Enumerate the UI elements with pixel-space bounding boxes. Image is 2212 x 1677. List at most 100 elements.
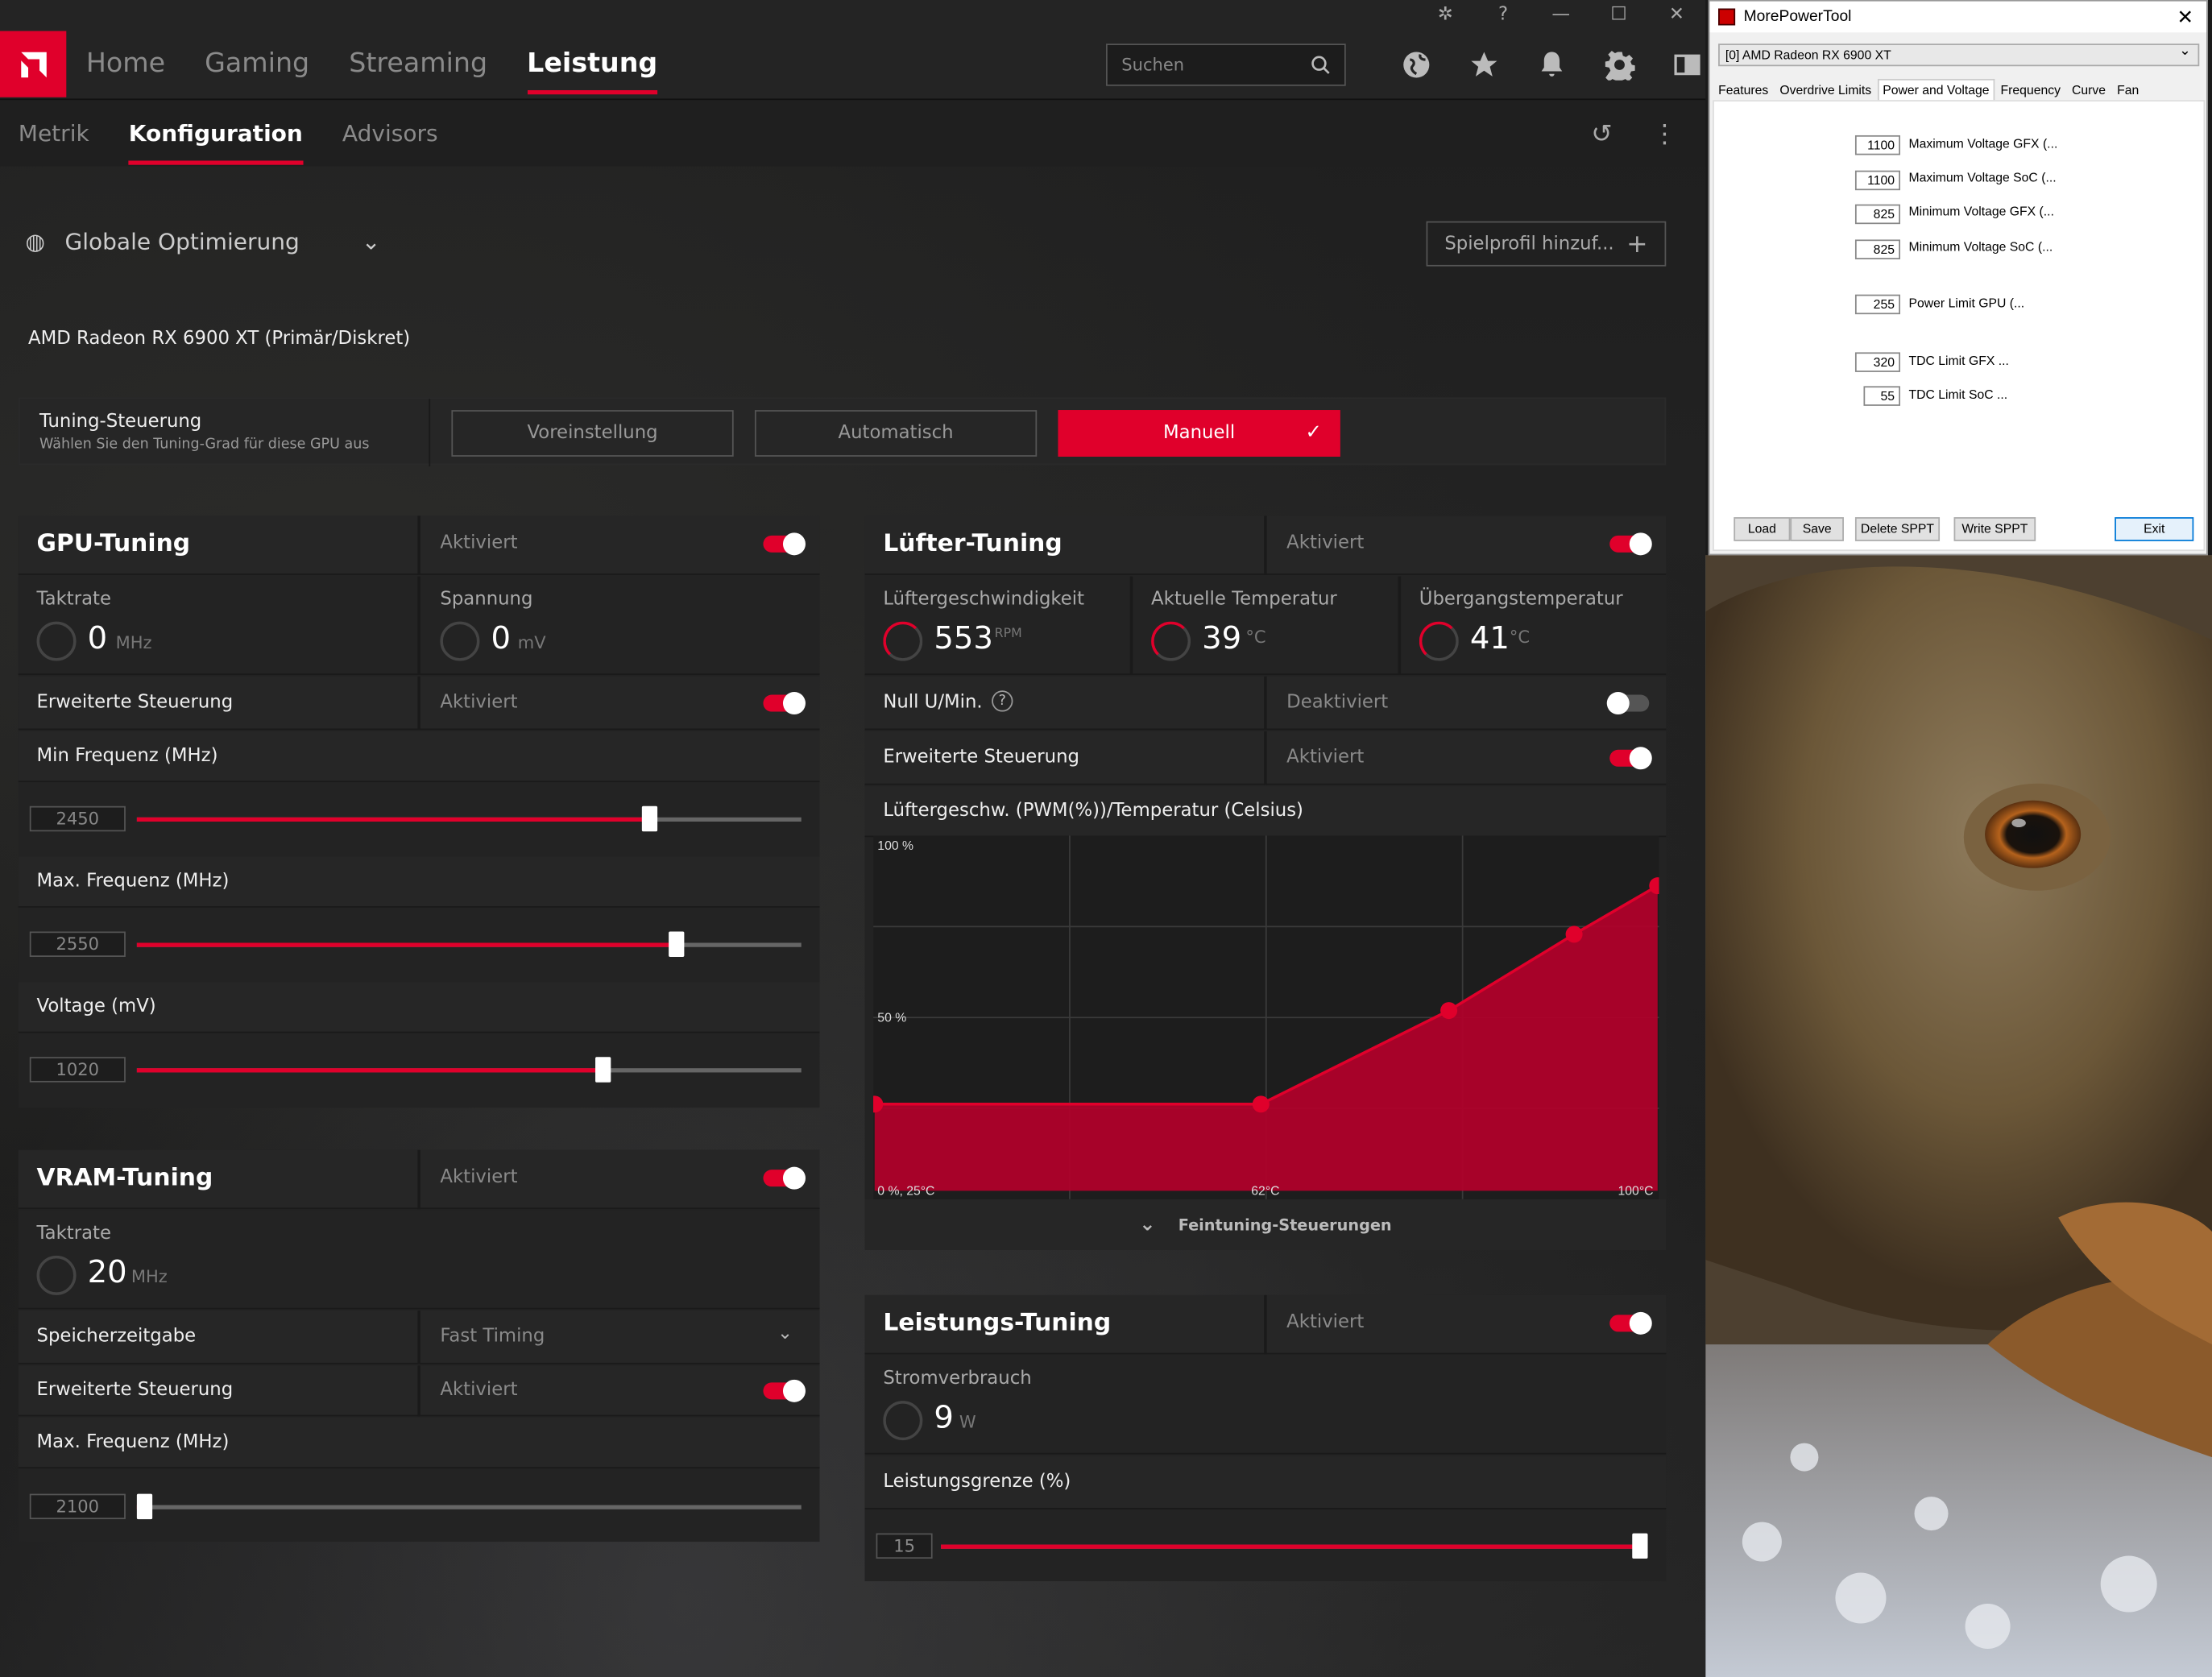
- tab-konfiguration[interactable]: Konfiguration: [128, 120, 304, 165]
- separator: [417, 1365, 420, 1417]
- help-icon[interactable]: ?: [1474, 0, 1532, 28]
- auto-button[interactable]: Automatisch: [754, 410, 1038, 457]
- min-voltage-soc-field[interactable]: 825: [1854, 239, 1901, 259]
- vram-tuning-toggle[interactable]: [763, 1166, 806, 1190]
- timing-select[interactable]: Fast Timing: [440, 1326, 545, 1347]
- amd-software-window: Home Gaming Streaming Leistung ✲ ? — ☐ ✕…: [0, 0, 1706, 1677]
- tab-features[interactable]: Features: [1713, 79, 1774, 101]
- min-freq-value[interactable]: 2450: [29, 805, 126, 832]
- help-icon[interactable]: ?: [992, 690, 1013, 712]
- toad-image: [1705, 555, 2212, 1677]
- tdc-limit-gfx-field[interactable]: 320: [1854, 352, 1901, 372]
- vram-metrics: Taktrate 20 MHz: [18, 1210, 820, 1310]
- zero-rpm-label: Null U/Min.: [883, 692, 983, 714]
- tab-advisors[interactable]: Advisors: [342, 120, 438, 165]
- separator: [417, 1149, 420, 1210]
- slider-thumb[interactable]: [641, 805, 657, 832]
- vram-clock-value: 20: [87, 1255, 127, 1291]
- sidebar-icon[interactable]: [1654, 48, 1706, 81]
- max-freq-value[interactable]: 2550: [29, 931, 126, 957]
- bug-icon[interactable]: ✲: [1416, 0, 1474, 28]
- nav-home[interactable]: Home: [86, 48, 165, 95]
- zero-rpm-toggle[interactable]: [1606, 692, 1650, 715]
- close-icon[interactable]: ✕: [2164, 5, 2206, 29]
- vram-adv-toggle[interactable]: [763, 1379, 806, 1402]
- fan-curve-point[interactable]: [1440, 1002, 1458, 1020]
- fan-curve-chart[interactable]: 100 % 50 % 0 %, 25°C 62°C 100°C: [873, 835, 1659, 1199]
- tab-curve[interactable]: Curve: [2066, 79, 2111, 101]
- star-icon[interactable]: [1450, 48, 1518, 81]
- vram-adv-row: Erweiterte Steuerung Aktiviert: [18, 1365, 820, 1417]
- minimize-icon[interactable]: —: [1532, 0, 1590, 28]
- max-voltage-soc-field[interactable]: 1100: [1854, 170, 1901, 191]
- slider-thumb[interactable]: [136, 1493, 152, 1520]
- chevron-down-icon: ⌄: [1139, 1213, 1156, 1236]
- profile-select[interactable]: ◍ Globale Optimierung ⌄: [26, 228, 381, 255]
- bell-icon[interactable]: [1518, 48, 1585, 81]
- tab-metrik[interactable]: Metrik: [19, 120, 89, 165]
- power-metrics: Stromverbrauch 9 W: [864, 1356, 1667, 1455]
- timing-row: Speicherzeitgabe Fast Timing ⌄: [18, 1311, 820, 1364]
- chevron-down-icon[interactable]: ⌄: [777, 1323, 793, 1344]
- fan-curve-point[interactable]: [1565, 925, 1583, 943]
- write-sppt-button[interactable]: Write SPPT: [1953, 517, 2036, 541]
- min-voltage-gfx-field[interactable]: 825: [1854, 204, 1901, 225]
- add-profile-button[interactable]: Spielprofil hinzuf... +: [1426, 221, 1667, 267]
- fan-tuning-status: Aktiviert: [1286, 532, 1365, 554]
- chevron-down-icon: ⌄: [361, 228, 381, 255]
- vram-max-track[interactable]: [136, 1505, 802, 1509]
- tab-overdrive-limits[interactable]: Overdrive Limits: [1774, 79, 1877, 101]
- maximize-icon[interactable]: ☐: [1590, 0, 1648, 28]
- slider-fill: [136, 817, 648, 822]
- search-placeholder: Suchen: [1121, 55, 1185, 75]
- power-tuning-panel: Leistungs-Tuning Aktiviert Stromverbrauc…: [864, 1294, 1667, 1582]
- more-icon[interactable]: ⋮: [1652, 120, 1678, 150]
- power-limit-gpu-field[interactable]: 255: [1854, 294, 1901, 315]
- clock-unit: MHz: [115, 632, 152, 653]
- slider-thumb[interactable]: [594, 1057, 611, 1083]
- nav-streaming[interactable]: Streaming: [349, 48, 487, 95]
- tab-fan[interactable]: Fan: [2111, 79, 2144, 101]
- fan-tuning-toggle[interactable]: [1609, 532, 1652, 556]
- preset-label: Voreinstellung: [527, 422, 658, 445]
- voltage-mv-value[interactable]: 1020: [29, 1057, 126, 1083]
- max-voltage-gfx-label: Maximum Voltage GFX (...: [1908, 136, 2058, 151]
- fan-curve-point[interactable]: [1252, 1095, 1270, 1113]
- slider-thumb[interactable]: [1632, 1533, 1648, 1559]
- power-tuning-toggle[interactable]: [1609, 1311, 1652, 1335]
- toad-photo: [1705, 555, 2212, 1677]
- search-input[interactable]: Suchen: [1106, 43, 1346, 86]
- manual-button[interactable]: Manuell ✓: [1058, 410, 1340, 457]
- voltage-mv-label: Voltage (mV): [36, 996, 156, 1018]
- load-button[interactable]: Load: [1734, 517, 1791, 541]
- nav-leistung[interactable]: Leistung: [527, 48, 657, 95]
- save-button[interactable]: Save: [1790, 517, 1844, 541]
- power-tuning-status: Aktiviert: [1286, 1311, 1365, 1334]
- tab-frequency[interactable]: Frequency: [1995, 79, 2066, 101]
- power-tuning-header: Leistungs-Tuning Aktiviert: [864, 1294, 1667, 1355]
- fan-adv-toggle[interactable]: [1609, 747, 1652, 770]
- gpu-tuning-toggle[interactable]: [763, 532, 806, 556]
- delete-sppt-button[interactable]: Delete SPPT: [1854, 517, 1941, 541]
- globe-icon[interactable]: [1382, 48, 1450, 81]
- gpu-tuning-status: Aktiviert: [440, 532, 518, 554]
- preset-button[interactable]: Voreinstellung: [451, 410, 734, 457]
- max-voltage-gfx-field[interactable]: 1100: [1854, 135, 1901, 155]
- tab-power-voltage[interactable]: Power and Voltage: [1877, 78, 1995, 101]
- x-tick-label: 0 %, 25°C: [877, 1185, 934, 1199]
- gear-icon[interactable]: [1585, 48, 1653, 81]
- reset-icon[interactable]: ↺: [1591, 120, 1612, 150]
- close-icon[interactable]: ✕: [1648, 0, 1706, 28]
- device-select[interactable]: [0] AMD Radeon RX 6900 XT: [1718, 42, 2200, 67]
- globe-small-icon: ◍: [25, 228, 45, 255]
- gpu-adv-toggle[interactable]: [763, 692, 806, 715]
- vram-max-value[interactable]: 2100: [29, 1493, 126, 1520]
- tdc-limit-soc-field[interactable]: 55: [1863, 386, 1901, 406]
- power-limit-value[interactable]: 15: [876, 1533, 933, 1559]
- slider-thumb[interactable]: [668, 931, 684, 957]
- finetune-toggle[interactable]: ⌄ Feintuning-Steuerungen: [864, 1199, 1667, 1250]
- tuning-control: Tuning-Steuerung Wählen Sie den Tuning-G…: [18, 397, 1667, 467]
- exit-button[interactable]: Exit: [2115, 517, 2194, 541]
- nav-gaming[interactable]: Gaming: [205, 48, 309, 95]
- search-icon: [1311, 56, 1330, 74]
